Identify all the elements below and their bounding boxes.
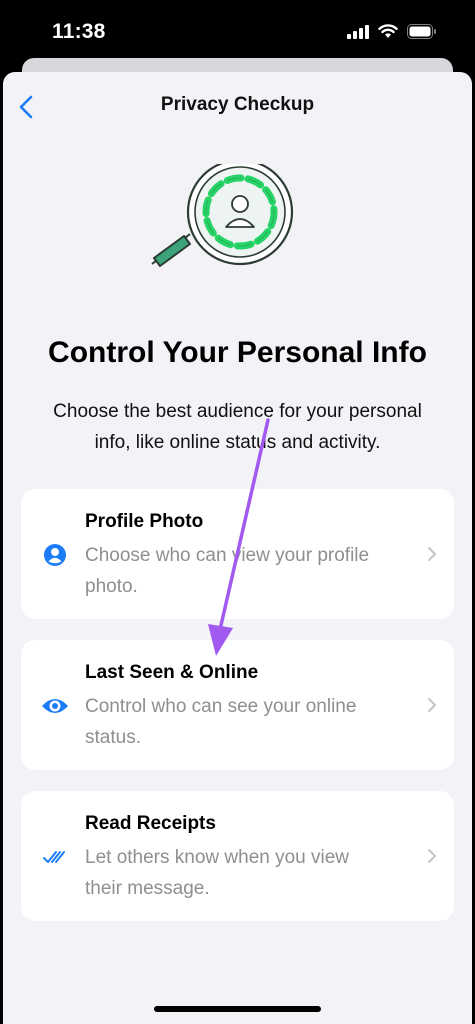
subtitle: Choose the best audience for your person… [53, 401, 422, 453]
magnifier-person-illustration [151, 164, 294, 267]
page-title: Privacy Checkup [160, 94, 315, 115]
chevron-right-icon [428, 849, 436, 863]
card-title: Read Receipts [85, 813, 216, 834]
card-description: Let others know when you view their mess… [85, 847, 350, 899]
signal-icon [347, 24, 369, 39]
wifi-icon [378, 24, 398, 38]
privacy-checkup-sheet: Privacy Checkup Control Your Personal In… [3, 72, 472, 1024]
profile-photo-option[interactable]: Profile Photo Choose who can view your p… [21, 489, 454, 619]
card-description: Choose who can view your profile photo. [85, 545, 370, 597]
last-seen-online-option[interactable]: Last Seen & Online Control who can see y… [21, 640, 454, 770]
card-description: Control who can see your online status. [85, 696, 357, 748]
double-check-icon [41, 843, 69, 871]
status-time: 11:38 [52, 20, 106, 43]
chevron-right-icon [428, 547, 436, 561]
card-title: Last Seen & Online [85, 662, 259, 683]
headline: Control Your Personal Info [48, 336, 427, 369]
status-icons [347, 24, 437, 39]
person-circle-icon [41, 541, 69, 569]
chevron-right-icon [428, 698, 436, 712]
read-receipts-option[interactable]: Read Receipts Let others know when you v… [21, 791, 454, 921]
eye-icon [41, 692, 69, 720]
card-title: Profile Photo [85, 511, 204, 532]
battery-icon [407, 24, 436, 39]
home-indicator [154, 1006, 321, 1012]
